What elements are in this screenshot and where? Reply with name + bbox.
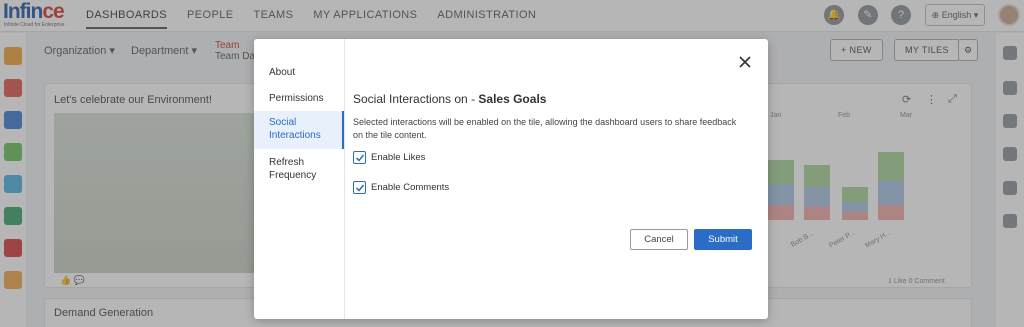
modal-nav-about[interactable]: About: [254, 66, 344, 79]
enable-comments-checkbox[interactable]: [353, 181, 366, 194]
modal-description: Selected interactions will be enabled on…: [353, 117, 737, 140]
tile-settings-modal: About Permissions Social Interactions Re…: [254, 39, 768, 319]
checkmark-icon: [355, 184, 365, 192]
close-icon[interactable]: [738, 55, 752, 69]
modal-title-tile-name: Sales Goals: [478, 92, 547, 106]
cancel-button[interactable]: Cancel: [630, 229, 688, 250]
modal-nav-refresh-frequency[interactable]: Refresh Frequency: [254, 156, 344, 182]
modal-nav-social-interactions[interactable]: Social Interactions: [254, 111, 344, 149]
modal-title-prefix: Social Interactions on -: [353, 92, 479, 106]
enable-likes-label[interactable]: Enable Likes: [371, 152, 425, 163]
modal-nav-permissions[interactable]: Permissions: [254, 92, 344, 105]
checkmark-icon: [355, 154, 365, 162]
modal-title: Social Interactions on - Sales Goals: [353, 92, 546, 106]
submit-button[interactable]: Submit: [694, 229, 752, 250]
modal-sidebar: About Permissions Social Interactions Re…: [254, 39, 345, 319]
enable-comments-label[interactable]: Enable Comments: [371, 182, 449, 193]
enable-likes-checkbox[interactable]: [353, 151, 366, 164]
